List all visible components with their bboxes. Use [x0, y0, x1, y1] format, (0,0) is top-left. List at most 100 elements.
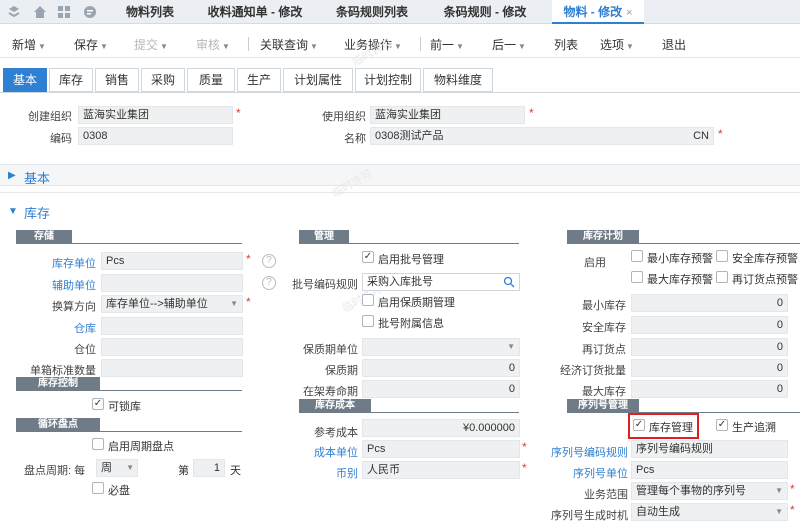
business-scope-select[interactable]: 管理每个事物的序列号 ▼	[631, 482, 788, 500]
next-button[interactable]: 后一 ▼	[492, 36, 526, 53]
batch-rule-field[interactable]: 采购入库批号	[362, 273, 520, 291]
tab-material-edit[interactable]: 物料 - 修改 ×	[552, 0, 644, 24]
chevron-down-icon: ▼	[518, 42, 526, 51]
exit-button[interactable]: 退出	[662, 36, 686, 53]
tab-receipt-notice-edit[interactable]: 收料通知单 - 修改	[196, 0, 314, 24]
reference-cost-field[interactable]: ¥0.000000	[362, 419, 520, 437]
name-field[interactable]: 0308测试产品 CN	[370, 127, 714, 145]
aux-unit-field[interactable]	[101, 274, 243, 292]
apps-icon[interactable]	[56, 4, 72, 20]
tab-material-list[interactable]: 物料列表	[112, 0, 188, 24]
expand-arrow-icon[interactable]: ▶	[8, 170, 16, 181]
reorder-point-field[interactable]: 0	[631, 338, 788, 356]
reorder-point-label: 再订货点	[582, 344, 626, 356]
audit-button[interactable]: 审核 ▼	[196, 36, 230, 53]
required-mark: *	[236, 106, 241, 120]
count-period-select[interactable]: 周 ▼	[96, 459, 138, 477]
location-field[interactable]	[101, 338, 243, 356]
nth-field[interactable]: 1	[193, 459, 225, 477]
serial-rule-field[interactable]: 序列号编码规则	[631, 440, 788, 458]
subtab-basic[interactable]: 基本	[3, 68, 47, 92]
shelf-unit-select[interactable]: ▼	[362, 338, 520, 356]
code-field[interactable]: 0308	[78, 127, 233, 145]
list-button[interactable]: 列表	[554, 36, 578, 53]
currency-label[interactable]: 币别	[288, 465, 358, 481]
production-trace-checkbox[interactable]: ✓	[716, 419, 728, 431]
section-inventory-title[interactable]: 库存	[24, 203, 50, 222]
subtab-material-dimension[interactable]: 物料维度	[423, 68, 493, 92]
reorder-warn-checkbox[interactable]	[716, 271, 728, 283]
serial-unit-label[interactable]: 序列号单位	[548, 465, 628, 481]
min-warn-checkbox[interactable]	[631, 250, 643, 262]
message-icon[interactable]	[82, 4, 98, 20]
subtab-sales[interactable]: 销售	[95, 68, 139, 92]
shelf-life-remaining-field[interactable]: 0	[362, 380, 520, 398]
safety-stock-field[interactable]: 0	[631, 316, 788, 334]
close-icon[interactable]: ×	[626, 7, 632, 19]
cost-unit-field[interactable]: Pcs	[362, 440, 520, 458]
submit-button-label: 提交	[134, 38, 159, 52]
use-org-field[interactable]: 蓝海实业集团	[370, 106, 525, 124]
serial-gen-timing-select[interactable]: 自动生成 ▼	[631, 503, 788, 521]
inventory-unit-field[interactable]: Pcs	[101, 252, 243, 270]
batch-extra-checkbox[interactable]	[362, 315, 374, 327]
subtab-plan-attributes[interactable]: 计划属性	[283, 68, 353, 92]
help-icon[interactable]: ?	[262, 276, 276, 290]
help-icon[interactable]: ?	[262, 254, 276, 268]
box-quantity-field[interactable]	[101, 359, 243, 377]
subtab-production[interactable]: 生产	[237, 68, 281, 92]
must-count-label: 必盘	[108, 485, 130, 497]
tab-barcode-rule-list[interactable]: 条码规则列表	[322, 0, 422, 24]
warehouse-label[interactable]: 仓库	[16, 320, 96, 336]
submit-button[interactable]: 提交 ▼	[134, 36, 168, 53]
language-badge[interactable]: CN	[693, 128, 709, 144]
required-mark: *	[246, 252, 251, 266]
audit-button-label: 审核	[196, 38, 221, 52]
logo-icon[interactable]	[6, 4, 22, 20]
subtab-plan-control[interactable]: 计划控制	[355, 68, 421, 92]
shelf-life-field[interactable]: 0	[362, 359, 520, 377]
code-label: 编码	[50, 133, 72, 145]
previous-button[interactable]: 前一 ▼	[430, 36, 464, 53]
serial-gen-timing-value: 自动生成	[636, 506, 680, 518]
subtab-quality[interactable]: 质量	[187, 68, 235, 92]
count-period-value: 周	[101, 462, 112, 474]
cost-unit-label[interactable]: 成本单位	[288, 444, 358, 460]
save-button[interactable]: 保存 ▼	[74, 36, 108, 53]
eoq-field[interactable]: 0	[631, 359, 788, 377]
max-stock-field[interactable]: 0	[631, 380, 788, 398]
inventory-unit-label[interactable]: 库存单位	[16, 255, 96, 271]
search-icon[interactable]	[503, 276, 515, 288]
serial-inventory-mgmt-checkbox[interactable]: ✓	[633, 419, 645, 431]
safe-warn-checkbox[interactable]	[716, 250, 728, 262]
warehouse-field[interactable]	[101, 317, 243, 335]
must-count-checkbox[interactable]	[92, 482, 104, 494]
required-mark: *	[529, 106, 534, 120]
collapse-arrow-icon[interactable]: ▼	[8, 206, 18, 217]
serial-rule-label[interactable]: 序列号编码规则	[548, 444, 628, 460]
chevron-down-icon: ▼	[100, 42, 108, 51]
currency-field[interactable]: 人民币	[362, 461, 520, 479]
required-mark: *	[790, 482, 795, 496]
max-warn-checkbox[interactable]	[631, 271, 643, 283]
home-icon[interactable]	[32, 4, 48, 20]
options-button[interactable]: 选项 ▼	[600, 36, 634, 53]
new-button[interactable]: 新增 ▼	[12, 36, 46, 53]
aux-unit-label[interactable]: 辅助单位	[16, 277, 96, 293]
section-basic-title[interactable]: 基本	[24, 168, 50, 187]
subtab-inventory[interactable]: 库存	[49, 68, 93, 92]
related-query-button[interactable]: 关联查询 ▼	[260, 36, 318, 53]
shelf-life-checkbox[interactable]	[362, 294, 374, 306]
subtab-purchase[interactable]: 采购	[141, 68, 185, 92]
lockable-checkbox[interactable]: ✓	[92, 398, 104, 410]
tab-barcode-rule-edit[interactable]: 条码规则 - 修改	[430, 0, 540, 24]
batch-management-checkbox[interactable]: ✓	[362, 251, 374, 263]
conversion-direction-select[interactable]: 库存单位-->辅助单位 ▼	[101, 295, 243, 313]
min-stock-field[interactable]: 0	[631, 294, 788, 312]
create-org-field[interactable]: 蓝海实业集团	[78, 106, 233, 124]
name-label: 名称	[344, 133, 366, 145]
shelf-unit-label: 保质期单位	[303, 344, 358, 356]
section-basic-header[interactable]	[0, 164, 800, 186]
serial-unit-field[interactable]: Pcs	[631, 461, 788, 479]
enable-cycle-count-checkbox[interactable]	[92, 438, 104, 450]
